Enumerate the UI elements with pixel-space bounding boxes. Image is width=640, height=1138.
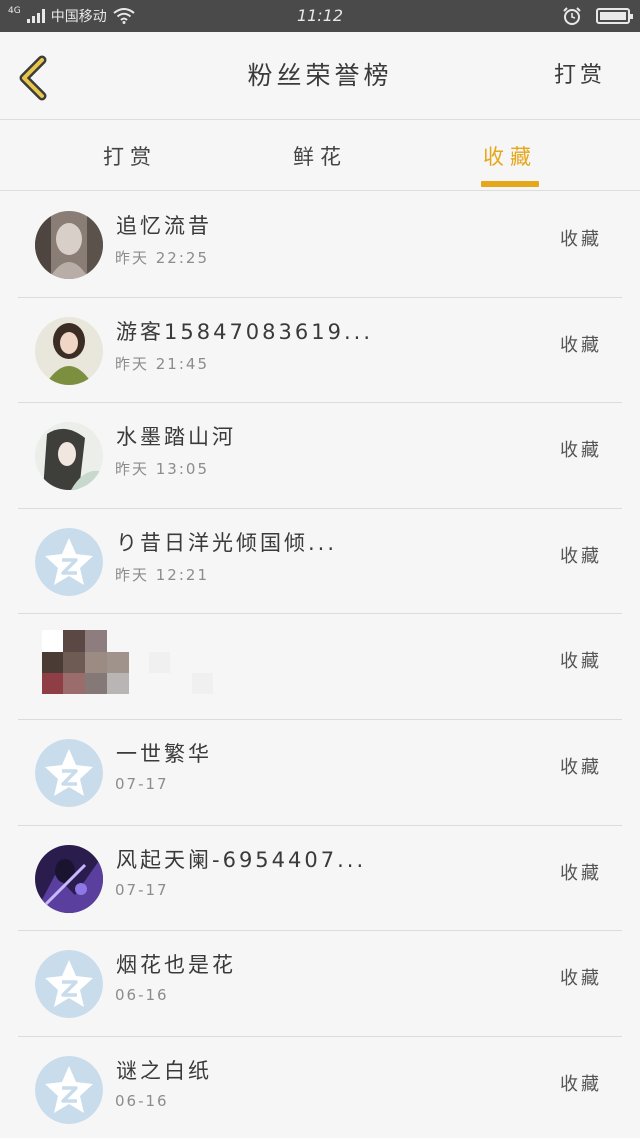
page-title: 粉丝荣誉榜 [247, 61, 393, 90]
nav-bar: 粉丝荣誉榜 打赏 [0, 32, 640, 120]
list-item[interactable]: 一世繁华 07-17 收藏 [18, 720, 622, 826]
list-item[interactable]: 水墨踏山河 昨天 13:05 收藏 [18, 403, 622, 509]
action-status: 收藏 [560, 229, 602, 250]
avatar [35, 844, 103, 913]
pixelated-avatar [42, 630, 222, 700]
tab-flowers[interactable]: 鲜花 [270, 121, 370, 191]
list-item[interactable]: り昔日洋光倾国倾... 昨天 12:21 收藏 [18, 509, 622, 615]
tab-bar: 打赏 鲜花 收藏 [0, 121, 640, 191]
tab-reward[interactable]: 打赏 [80, 121, 180, 191]
fan-name: 风起天阑-6954407... [116, 847, 367, 872]
fan-name: 谜之白纸 [116, 1058, 212, 1083]
status-right [562, 0, 633, 32]
fan-time: 昨天 13:05 [115, 460, 209, 479]
fan-time: 07-17 [115, 774, 169, 793]
fan-time: 06-16 [115, 1091, 169, 1110]
active-tab-indicator [481, 181, 539, 187]
fan-time: 昨天 22:25 [115, 249, 209, 267]
avatar [35, 211, 103, 279]
reward-button[interactable]: 打赏 [554, 32, 606, 120]
list-item[interactable]: 游客15847083619... 昨天 21:45 收藏 [18, 298, 622, 404]
fan-name: り昔日洋光倾国倾... [116, 530, 338, 555]
fan-name: 追忆流昔 [116, 214, 212, 238]
list-item[interactable]: 收藏 [18, 614, 622, 720]
list-item[interactable]: 谜之白纸 06-16 收藏 [18, 1037, 622, 1138]
default-avatar-icon [35, 738, 103, 807]
action-status: 收藏 [560, 968, 602, 990]
avatar [35, 316, 103, 385]
fan-name: 烟花也是花 [116, 953, 236, 978]
fan-time: 06-16 [115, 986, 169, 1005]
clock: 11:12 [296, 6, 344, 25]
status-bar: 4G 中国移动 11:12 [0, 0, 640, 32]
battery-icon [596, 8, 633, 24]
fan-name: 一世繁华 [116, 741, 212, 766]
default-avatar-icon [35, 1055, 103, 1124]
action-status: 收藏 [560, 1073, 602, 1095]
fan-name: 游客15847083619... [116, 319, 373, 344]
action-status: 收藏 [560, 651, 602, 673]
fan-time: 昨天 12:21 [115, 565, 209, 584]
action-status: 收藏 [560, 756, 602, 778]
action-status: 收藏 [560, 545, 602, 567]
fan-time: 07-17 [115, 880, 169, 899]
alarm-icon [563, 7, 581, 25]
list-item[interactable]: 风起天阑-6954407... 07-17 收藏 [18, 826, 622, 932]
action-status: 收藏 [560, 440, 602, 462]
fan-list: 追忆流昔 昨天 22:25 收藏 游客15847083619... 昨天 21:… [18, 192, 622, 1138]
default-avatar-icon [35, 950, 103, 1019]
list-item[interactable]: 追忆流昔 昨天 22:25 收藏 [18, 192, 622, 298]
avatar [35, 422, 103, 491]
fan-name: 水墨踏山河 [116, 425, 236, 450]
default-avatar-icon [35, 527, 103, 596]
action-status: 收藏 [560, 334, 602, 356]
fan-time: 昨天 21:45 [115, 354, 209, 373]
action-status: 收藏 [560, 862, 602, 884]
list-item[interactable]: 烟花也是花 06-16 收藏 [18, 931, 622, 1037]
